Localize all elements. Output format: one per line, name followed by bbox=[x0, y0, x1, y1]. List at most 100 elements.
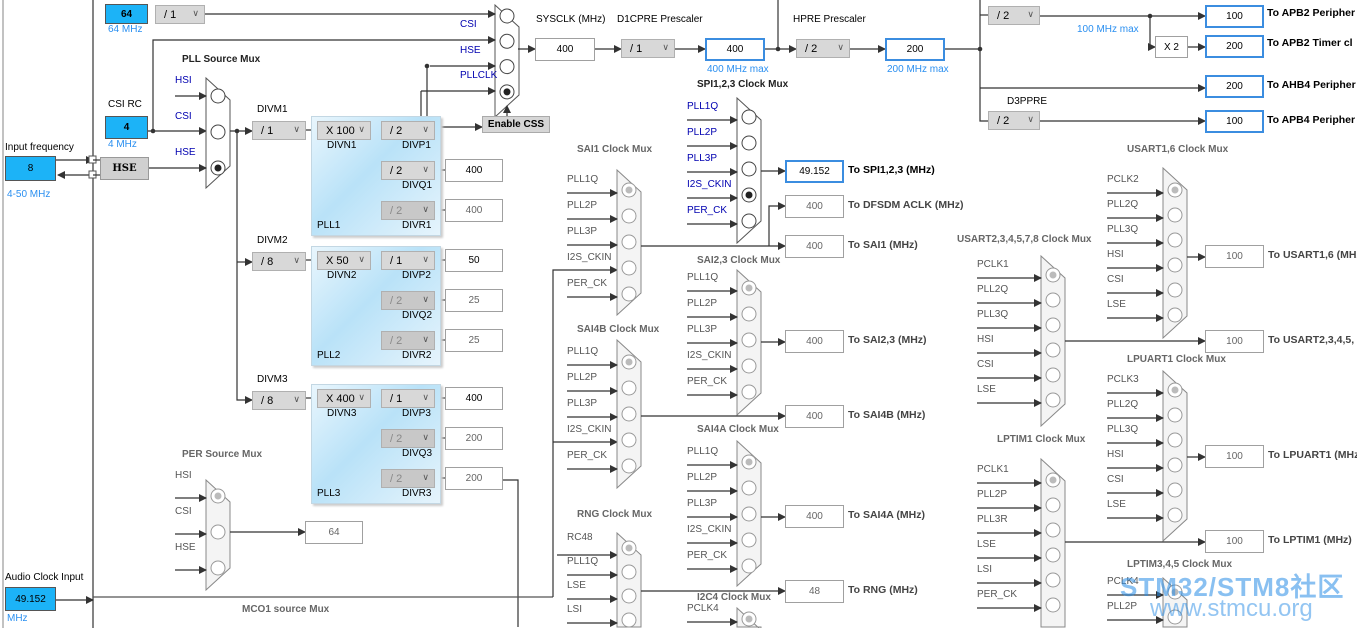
mux-radio-option bbox=[621, 612, 637, 628]
mux-radio-option bbox=[621, 286, 637, 302]
divp-dropdown[interactable]: / 1 ∨ bbox=[381, 251, 435, 270]
mux-radio-option bbox=[741, 332, 757, 348]
divp-dropdown[interactable]: / 2 ∨ bbox=[381, 121, 435, 140]
sai4a-input-label: I2S_CKIN bbox=[687, 524, 732, 535]
divq-dropdown[interactable]: / 2 ∨ bbox=[381, 161, 435, 180]
mux-radio-option bbox=[1167, 207, 1183, 223]
chevron-down-icon: ∨ bbox=[358, 254, 365, 264]
mux-radio-option bbox=[741, 506, 757, 522]
lpuart1-input-label: CSI bbox=[1107, 474, 1124, 485]
hpre-prescaler-dropdown[interactable]: / 2 ∨ bbox=[796, 39, 850, 58]
sai23-output-label: To SAI2,3 (MHz) bbox=[848, 334, 927, 346]
mux-radio-option bbox=[621, 406, 637, 422]
d3ppre-label: D3PPRE bbox=[1007, 96, 1048, 107]
mux-radio-option bbox=[1167, 432, 1183, 448]
chevron-down-icon: ∨ bbox=[422, 164, 429, 174]
lptim1-clock-mux-title: LPTIM1 Clock Mux bbox=[997, 434, 1086, 445]
dropdown-value: / 8 bbox=[261, 394, 274, 407]
sai4b-output-label: To SAI4B (MHz) bbox=[848, 409, 926, 421]
cpu-clock-max-label: 400 MHz max bbox=[707, 64, 769, 75]
sai1-clock-mux-title: SAI1 Clock Mux bbox=[577, 144, 653, 155]
divm-label: DIVM3 bbox=[257, 374, 288, 385]
divq-output-value: 400 bbox=[445, 159, 503, 182]
usart16-output-label: To USART1,6 (MHz) bbox=[1268, 249, 1357, 261]
mux-radio-option[interactable] bbox=[741, 109, 757, 125]
sai1-output-value: 400 bbox=[785, 235, 844, 258]
spi123-output-value[interactable]: 49.152 bbox=[785, 160, 844, 183]
sai4a-output-value: 400 bbox=[785, 505, 844, 528]
apb2-timer-clock-field[interactable]: 200 bbox=[1205, 35, 1264, 58]
hclk-field[interactable]: 200 bbox=[885, 38, 945, 61]
mux-radio-option bbox=[1045, 292, 1061, 308]
hse-input-frequency-field[interactable]: 8 bbox=[5, 156, 56, 181]
apb4-clock-field[interactable]: 100 bbox=[1205, 110, 1264, 133]
divr-label: DIVR1 bbox=[402, 220, 432, 231]
enable-css-button[interactable]: Enable CSS bbox=[482, 116, 550, 133]
divr-label: DIVR2 bbox=[402, 350, 432, 361]
hsi-rc-value: 64 bbox=[105, 4, 148, 24]
divm-dropdown[interactable]: / 1 ∨ bbox=[252, 121, 306, 140]
sai4a-output-label: To SAI4A (MHz) bbox=[848, 509, 925, 521]
mux-radio-option[interactable] bbox=[210, 88, 226, 104]
per-source-input-label: CSI bbox=[175, 506, 192, 517]
chevron-down-icon: ∨ bbox=[1027, 114, 1034, 124]
mux-radio-selected bbox=[1049, 476, 1057, 484]
mux-radio-option bbox=[621, 458, 637, 474]
divn-dropdown[interactable]: X 100 ∨ bbox=[317, 121, 371, 140]
d3ppre-prescaler-dropdown[interactable]: / 2 ∨ bbox=[988, 111, 1040, 130]
sai23-input-label: PLL2P bbox=[687, 298, 718, 309]
mux-radio-option bbox=[1167, 232, 1183, 248]
apb2-clock-field[interactable]: 100 bbox=[1205, 5, 1264, 28]
divm-dropdown[interactable]: / 8 ∨ bbox=[252, 391, 306, 410]
divp-output-value: 50 bbox=[445, 249, 503, 272]
mux-radio-option[interactable] bbox=[741, 213, 757, 229]
lpuart1-input-label: PCLK3 bbox=[1107, 374, 1139, 385]
divr-dropdown: / 2 ∨ bbox=[381, 331, 435, 350]
i2c4-input-label: PCLK4 bbox=[687, 603, 719, 614]
sai23-input-label: PLL3P bbox=[687, 324, 718, 335]
rng-clock-mux-title: RNG Clock Mux bbox=[577, 509, 653, 520]
sysclk-value: 400 bbox=[535, 38, 595, 61]
divm-dropdown[interactable]: / 8 ∨ bbox=[252, 252, 306, 271]
mux-radio-option[interactable] bbox=[499, 8, 515, 24]
divn-dropdown[interactable]: X 50 ∨ bbox=[317, 251, 371, 270]
dropdown-value: / 2 bbox=[390, 432, 403, 445]
ahb4-clock-field[interactable]: 200 bbox=[1205, 75, 1264, 98]
d1cpre-prescaler-dropdown[interactable]: / 1 ∨ bbox=[621, 39, 675, 58]
sai4a-input-label: PLL3P bbox=[687, 498, 718, 509]
hsi-prescaler-dropdown[interactable]: / 1 ∨ bbox=[155, 5, 205, 24]
sai4b-input-label: I2S_CKIN bbox=[567, 424, 612, 435]
divr-output-value: 25 bbox=[445, 329, 503, 352]
chevron-down-icon: ∨ bbox=[358, 124, 365, 134]
mux-radio-selected bbox=[745, 615, 753, 623]
lptim1-input-label: PER_CK bbox=[977, 589, 1018, 600]
spi123-input-label: PLL2P bbox=[687, 127, 718, 138]
chevron-down-icon: ∨ bbox=[293, 255, 300, 265]
divr-label: DIVR3 bbox=[402, 488, 432, 499]
mux-radio-option[interactable] bbox=[499, 33, 515, 49]
cpu-clock-field[interactable]: 400 bbox=[705, 38, 765, 61]
audio-clock-input-field[interactable]: 49.152 bbox=[5, 587, 56, 611]
spi123-input-label: I2S_CKIN bbox=[687, 179, 732, 190]
per-source-input-label: HSI bbox=[175, 470, 192, 481]
sai23-input-label: PER_CK bbox=[687, 376, 728, 387]
hse-range-label: 4-50 MHz bbox=[7, 189, 51, 200]
mux-radio-option[interactable] bbox=[210, 124, 226, 140]
mux-radio-option[interactable] bbox=[741, 135, 757, 151]
usart234578-input-label: PLL2Q bbox=[977, 284, 1009, 295]
mux-radio-option bbox=[1045, 547, 1061, 563]
sysclk-mux-input-label: CSI bbox=[460, 19, 477, 31]
usart16-input-label: PCLK2 bbox=[1107, 174, 1139, 185]
mux-radio-option bbox=[741, 532, 757, 548]
divp-dropdown[interactable]: / 1 ∨ bbox=[381, 389, 435, 408]
apb2-prescaler-dropdown[interactable]: / 2 ∨ bbox=[988, 6, 1040, 25]
mux-radio-option[interactable] bbox=[499, 59, 515, 75]
pll-source-input-label: CSI bbox=[175, 111, 192, 122]
mux-radio-option[interactable] bbox=[741, 161, 757, 177]
apb2-timer-output-label: To APB2 Timer cl bbox=[1267, 37, 1353, 49]
usart16-input-label: PLL2Q bbox=[1107, 199, 1139, 210]
sai1-input-label: PLL3P bbox=[567, 226, 598, 237]
chevron-down-icon: ∨ bbox=[422, 204, 429, 214]
divn-dropdown[interactable]: X 400 ∨ bbox=[317, 389, 371, 408]
lpuart1-input-label: PLL3Q bbox=[1107, 424, 1139, 435]
